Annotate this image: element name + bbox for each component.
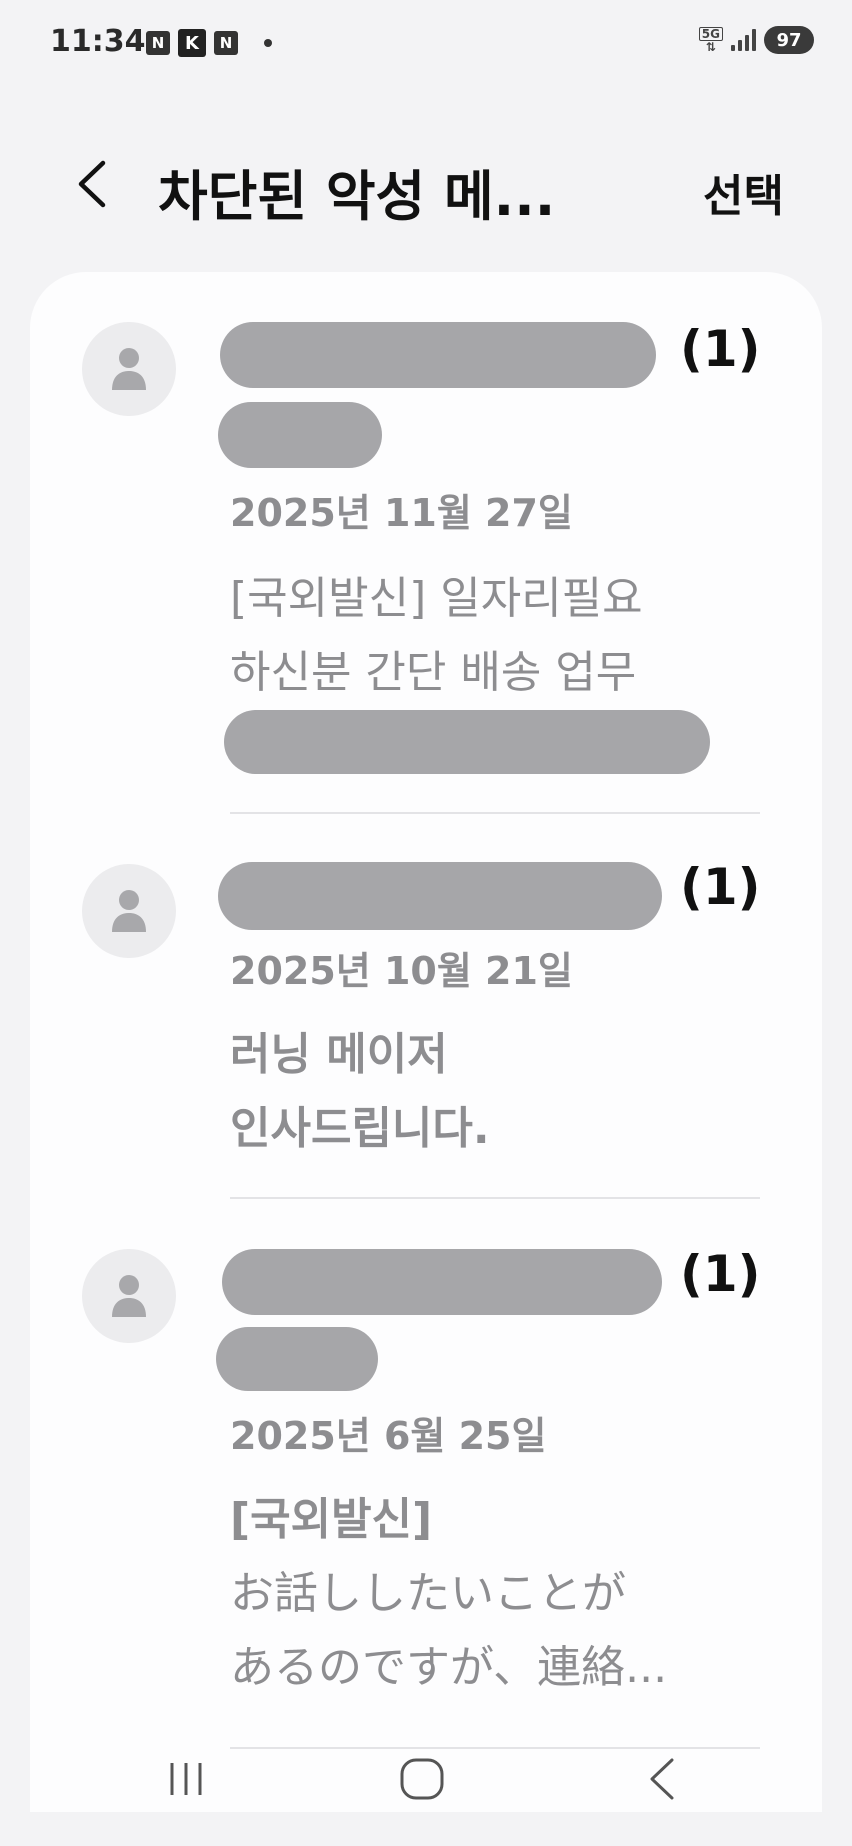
battery-indicator: 97 [764, 26, 814, 54]
message-preview-line: 하신분 간단 배송 업무 [230, 647, 637, 698]
redacted-sender [218, 862, 662, 930]
message-date: 2025년 10월 21일 [230, 949, 573, 993]
message-count: (1) [680, 858, 761, 916]
message-preview-line: [국외발신] 일자리필요 [230, 573, 643, 624]
redacted-sender [222, 1249, 662, 1315]
message-preview-line: あるのですが、連絡... [230, 1642, 668, 1693]
avatar [82, 322, 176, 416]
list-item[interactable]: (1) 2025년 11월 27일 [국외발신] 일자리필요 하신분 간단 배송… [30, 272, 822, 814]
list-item[interactable]: (1) 2025년 6월 25일 [국외발신] お話ししたいことが あるのですが… [30, 1199, 822, 1812]
home-button[interactable] [382, 1744, 462, 1814]
status-indicators: 5G ⇅ 97 [698, 26, 814, 54]
select-button[interactable]: 선택 [703, 160, 784, 224]
person-icon [112, 348, 146, 390]
app-header: 차단된 악성 메... 선택 [0, 140, 852, 230]
k-notification-icon: K [178, 29, 206, 57]
redacted-sender [220, 322, 656, 388]
recent-apps-icon [170, 1763, 202, 1795]
message-count: (1) [680, 320, 761, 378]
nav-back-button[interactable] [622, 1744, 702, 1814]
chevron-left-icon [78, 160, 106, 208]
message-date: 2025년 6월 25일 [230, 1414, 547, 1458]
page-title: 차단된 악성 메... [158, 165, 556, 228]
screen: 11:34 N K N 5G ⇅ 97 차단된 악성 메... 선택 (1) 2… [0, 0, 852, 1846]
system-navigation-bar [0, 1734, 852, 1824]
more-notifications-dot-icon [264, 39, 272, 47]
message-preview-line: お話ししたいことが [230, 1568, 626, 1619]
person-icon [112, 1275, 146, 1317]
redacted-sender-extra [218, 402, 382, 468]
blocked-message-list: (1) 2025년 11월 27일 [국외발신] 일자리필요 하신분 간단 배송… [30, 272, 822, 1812]
avatar [82, 1249, 176, 1343]
list-item[interactable]: (1) 2025년 10월 21일 러닝 메이저 인사드립니다. [30, 814, 822, 1199]
back-icon [650, 1758, 674, 1800]
naver-notification-icon: N [214, 31, 238, 55]
message-date: 2025년 11월 27일 [230, 491, 573, 535]
person-icon [112, 890, 146, 932]
redacted-preview [224, 710, 710, 774]
avatar [82, 864, 176, 958]
recent-apps-button[interactable] [146, 1744, 226, 1814]
back-button[interactable] [62, 154, 122, 214]
naver-notification-icon: N [146, 31, 170, 55]
signal-strength-icon [731, 29, 756, 51]
notification-icons: N K N [146, 29, 272, 57]
redacted-sender-extra [216, 1327, 378, 1391]
network-5g-icon: 5G ⇅ [698, 27, 723, 53]
message-preview-line: 러닝 메이저 [230, 1029, 448, 1080]
home-icon [400, 1758, 444, 1800]
message-preview-line: [국외발신] [230, 1494, 433, 1545]
message-preview-line: 인사드립니다. [230, 1103, 490, 1154]
message-count: (1) [680, 1245, 761, 1303]
status-time: 11:34 [50, 24, 146, 59]
status-bar: 11:34 N K N 5G ⇅ 97 [0, 0, 852, 90]
